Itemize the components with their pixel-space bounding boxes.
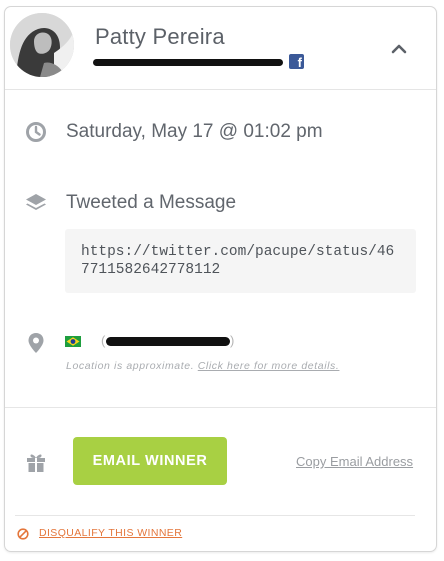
facebook-icon: f: [289, 54, 304, 70]
location-note-text: Location is approximate.: [66, 360, 195, 372]
avatar: [10, 13, 74, 77]
copy-email-link[interactable]: Copy Email Address: [296, 454, 413, 469]
tweet-url-box: https://twitter.com/pacupe/status/467711…: [65, 229, 416, 293]
footer-divider: [15, 515, 415, 516]
gift-icon: [25, 451, 47, 473]
disqualify-winner-link[interactable]: DISQUALIFY THIS WINNER: [39, 527, 182, 539]
layers-icon: [25, 192, 47, 214]
location-details-link[interactable]: Click here for more details.: [198, 360, 340, 372]
email-winner-button[interactable]: EMAIL WINNER: [73, 437, 227, 485]
location-redaction: [106, 337, 230, 346]
map-pin-icon: [25, 332, 47, 354]
ban-icon: [17, 527, 29, 540]
section-divider: [5, 407, 436, 408]
brazil-flag-icon: [65, 334, 81, 347]
chevron-up-icon: [391, 44, 407, 54]
winner-card: Patty Pereira f Saturday, May 17 @ 01:02…: [4, 6, 437, 552]
email-redaction: [93, 59, 283, 66]
location-note: Location is approximate. Click here for …: [66, 360, 339, 372]
entry-date: Saturday, May 17 @ 01:02 pm: [66, 121, 323, 142]
collapse-button[interactable]: [387, 37, 411, 61]
winner-name: Patty Pereira: [95, 24, 225, 49]
clock-icon: [25, 121, 47, 143]
location-paren-left: (: [101, 333, 106, 348]
winner-header: Patty Pereira f: [5, 7, 436, 90]
location-paren-right: ): [230, 333, 235, 348]
entry-action: Tweeted a Message: [66, 192, 237, 213]
